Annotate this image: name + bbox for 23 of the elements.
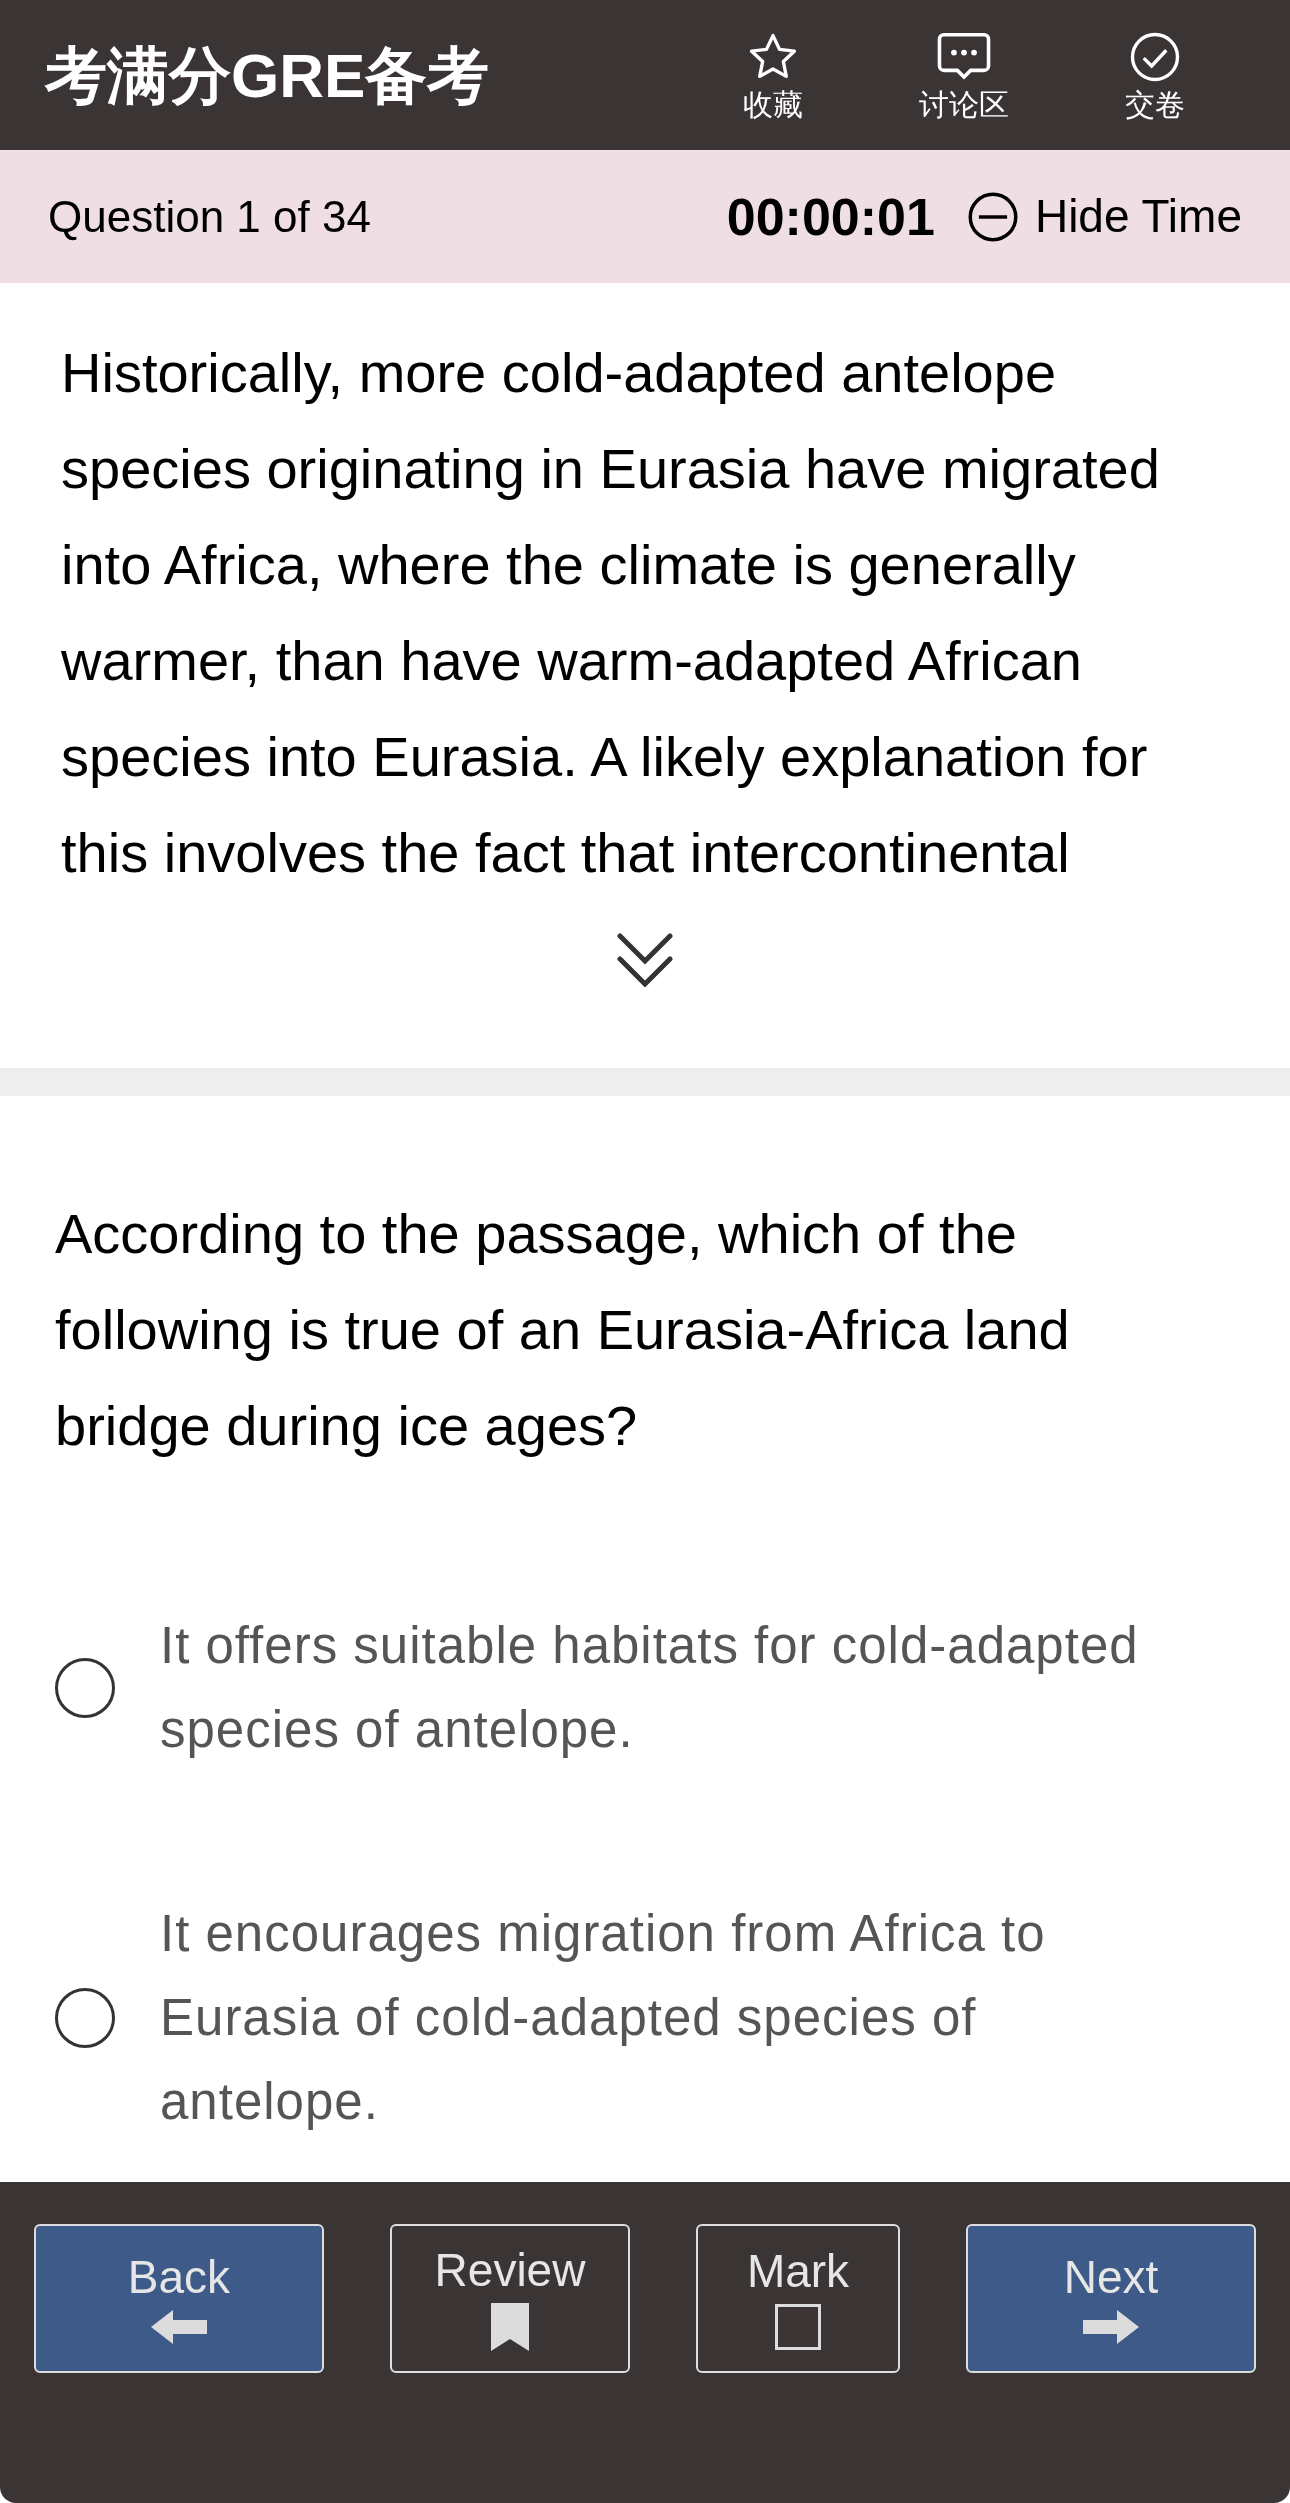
checkbox[interactable] xyxy=(775,2303,821,2350)
question-text: According to the passage, which of the following is true of an Eurasia-Africa land bridge during ice ages? xyxy=(55,1201,1071,1459)
radio-button[interactable] xyxy=(55,1658,115,1718)
header-action[interactable]: 收藏 xyxy=(677,30,868,120)
back-button[interactable]: Back xyxy=(34,2224,324,2373)
minus-circle-icon xyxy=(966,190,1019,243)
radio-button[interactable] xyxy=(55,1988,115,2048)
option-text[interactable]: It encourages migration from Africa to Eurasia of cold-adapted species of antelope. xyxy=(160,1892,1150,2144)
right-arrow-icon xyxy=(1083,2309,1139,2344)
bookmark-icon xyxy=(491,2302,529,2351)
timer: 00:00:01 xyxy=(726,186,935,248)
app-title: 考满分GRE备考 xyxy=(45,39,491,112)
header-action[interactable]: 讨论区 xyxy=(868,30,1059,120)
header-action[interactable]: 交卷 xyxy=(1059,30,1250,120)
left-arrow-icon xyxy=(151,2309,207,2344)
next-button[interactable]: Next xyxy=(966,2224,1256,2373)
option-text[interactable]: It offers suitable habitats for cold-adapted species of antelope. xyxy=(160,1604,1150,1772)
review-button[interactable]: Review xyxy=(390,2224,630,2373)
hide-time-button[interactable]: Hide Time xyxy=(966,182,1242,251)
question-counter: Question 1 of 34 xyxy=(48,190,372,243)
mark-button[interactable]: Mark xyxy=(696,2224,900,2373)
passage-text: Historically, more cold-adapted antelope species originating in Eurasia have migrated into Africa, where the climate is generally warmer, than have warm-adapted African species into Eurasia. A likely explanation for this involves the fact that intercontinental xyxy=(61,340,1161,886)
double-chevron-down-icon[interactable] xyxy=(617,933,673,987)
